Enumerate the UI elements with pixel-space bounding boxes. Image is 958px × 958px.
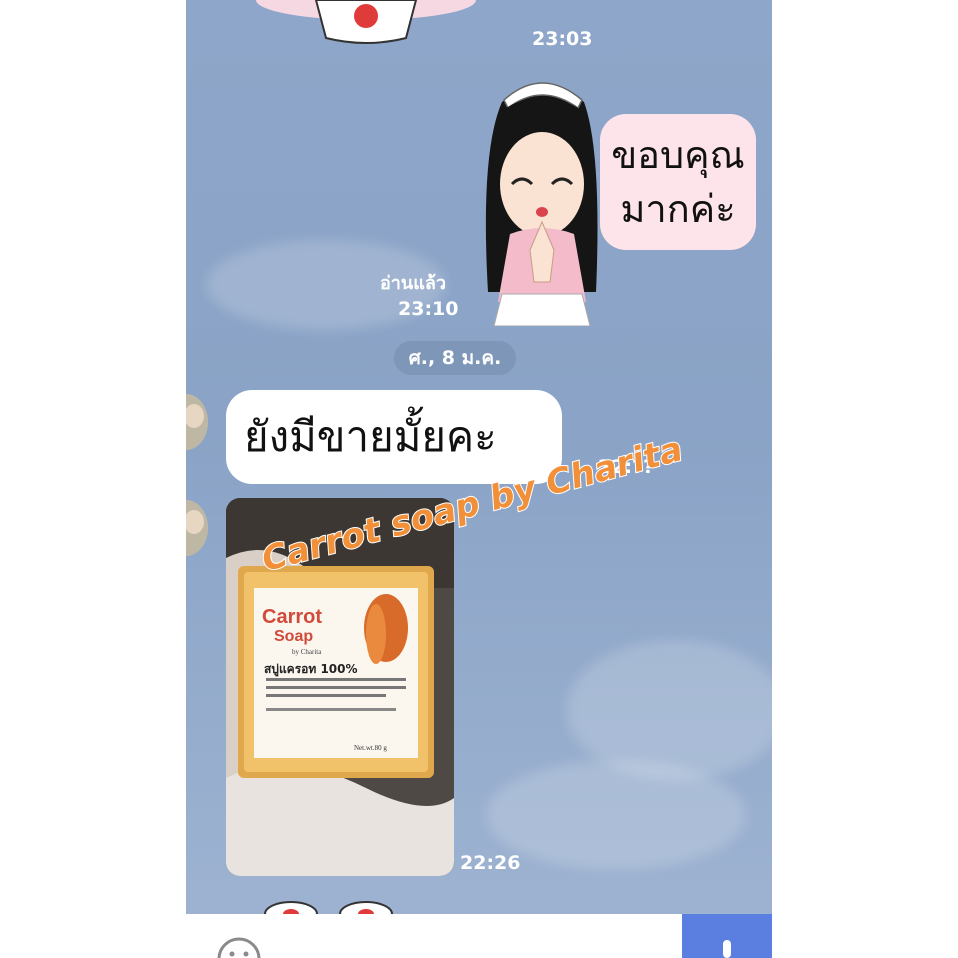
incoming-message[interactable]: ยังมีขายมั้ยคะ [226,390,562,484]
thank-you-bubble[interactable]: ขอบคุณ มากค่ะ [600,114,756,250]
avatar[interactable] [186,500,208,556]
message-time: 23:03 [532,28,593,50]
mic-button[interactable] [682,914,772,958]
partial-sticker-top [256,0,476,44]
message-time: 22:26 [460,852,521,874]
background-cloud [486,760,746,870]
date-separator: ศ., 8 ม.ค. [394,341,516,375]
read-receipt: อ่านแล้ว [380,273,446,294]
background-cloud [566,640,772,780]
thank-you-line1: ขอบคุณ [611,133,745,177]
partial-sticker-bottom [264,901,393,914]
product-label-line2: Soap [274,628,314,645]
product-label-line1: Carrot [262,606,323,628]
product-label-by: by Charita [292,648,322,656]
avatar[interactable] [186,394,208,450]
smiley-icon[interactable] [216,936,262,958]
product-label-thai: สบู่แครอท 100% [264,662,358,676]
message-text: ยังมีขายมั้ยคะ [244,412,497,461]
chat-area[interactable]: 23:03 ขอบคุณ มากค่ะ อ่านแล้ว 23:10 ศ., 8… [186,0,772,958]
thank-you-line2: มากค่ะ [620,187,736,231]
mic-icon [723,940,731,958]
message-time: 23:10 [398,298,459,320]
product-label-weight: Net.wt.80 g [354,744,387,752]
thank-you-sticker[interactable] [472,72,612,326]
